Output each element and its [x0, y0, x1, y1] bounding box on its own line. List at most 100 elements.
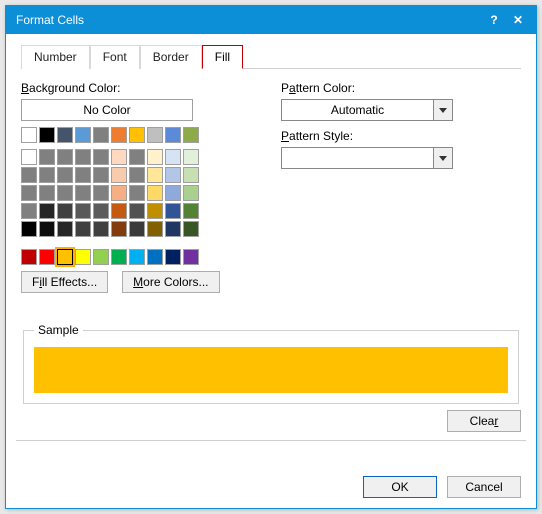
color-swatch[interactable] [57, 249, 73, 265]
color-swatch[interactable] [75, 149, 91, 165]
fill-effects-button[interactable]: Fill Effects... [21, 271, 108, 293]
color-swatch[interactable] [57, 203, 73, 219]
tab-font[interactable]: Font [90, 45, 140, 69]
chevron-down-icon [433, 148, 452, 168]
color-swatch[interactable] [93, 249, 109, 265]
color-swatch[interactable] [183, 149, 199, 165]
color-swatch[interactable] [75, 127, 91, 143]
color-swatch[interactable] [129, 185, 145, 201]
color-swatch[interactable] [21, 127, 37, 143]
color-swatch[interactable] [147, 185, 163, 201]
color-swatch[interactable] [93, 167, 109, 183]
color-swatch[interactable] [147, 167, 163, 183]
color-swatch[interactable] [183, 249, 199, 265]
color-swatch[interactable] [129, 203, 145, 219]
color-swatch[interactable] [21, 167, 37, 183]
pattern-section: Pattern Color: Automatic Pattern Style: [281, 79, 521, 293]
color-swatch[interactable] [183, 221, 199, 237]
color-swatch[interactable] [75, 203, 91, 219]
pattern-style-select[interactable] [281, 147, 453, 169]
cancel-button[interactable]: Cancel [447, 476, 521, 498]
titlebar: Format Cells ? ✕ [6, 6, 536, 34]
color-swatch[interactable] [93, 185, 109, 201]
close-icon[interactable]: ✕ [506, 10, 530, 30]
color-swatch[interactable] [75, 249, 91, 265]
color-swatch[interactable] [75, 185, 91, 201]
pattern-color-select[interactable]: Automatic [281, 99, 453, 121]
color-swatch[interactable] [165, 167, 181, 183]
color-swatch[interactable] [183, 185, 199, 201]
color-swatch[interactable] [147, 221, 163, 237]
color-swatch[interactable] [147, 249, 163, 265]
ok-button[interactable]: OK [363, 476, 437, 498]
color-swatch[interactable] [183, 127, 199, 143]
color-swatch[interactable] [111, 167, 127, 183]
clear-button[interactable]: Clear [447, 410, 521, 432]
color-swatch[interactable] [39, 167, 55, 183]
color-swatch[interactable] [39, 185, 55, 201]
color-swatch[interactable] [75, 167, 91, 183]
color-swatch[interactable] [129, 167, 145, 183]
color-swatch[interactable] [129, 221, 145, 237]
chevron-down-icon [433, 100, 452, 120]
pattern-style-label: Pattern Style: [281, 129, 521, 143]
sample-fieldset: Sample [23, 323, 519, 404]
color-swatch[interactable] [111, 249, 127, 265]
color-swatch[interactable] [147, 203, 163, 219]
color-swatch[interactable] [147, 149, 163, 165]
color-swatch[interactable] [111, 203, 127, 219]
color-swatch[interactable] [147, 127, 163, 143]
color-swatch[interactable] [39, 249, 55, 265]
color-swatch[interactable] [165, 185, 181, 201]
color-swatch[interactable] [57, 167, 73, 183]
background-color-label: Background Color: [21, 81, 251, 95]
tab-border[interactable]: Border [140, 45, 202, 69]
more-colors-button[interactable]: More Colors... [122, 271, 219, 293]
color-swatch[interactable] [39, 203, 55, 219]
tab-fill[interactable]: Fill [202, 45, 243, 69]
color-swatch[interactable] [183, 167, 199, 183]
tab-number[interactable]: Number [21, 45, 90, 69]
color-swatch[interactable] [165, 127, 181, 143]
color-swatch[interactable] [57, 149, 73, 165]
window-title: Format Cells [16, 13, 482, 27]
color-swatch[interactable] [21, 203, 37, 219]
color-swatch[interactable] [111, 185, 127, 201]
color-swatch[interactable] [165, 249, 181, 265]
background-color-section: Background Color: No Color Fill Effects.… [21, 79, 251, 293]
color-swatch[interactable] [129, 249, 145, 265]
color-swatch[interactable] [165, 221, 181, 237]
help-icon[interactable]: ? [482, 10, 506, 30]
color-swatch[interactable] [21, 185, 37, 201]
color-swatch[interactable] [21, 249, 37, 265]
tab-strip: Number Font Border Fill [21, 44, 521, 69]
color-swatch[interactable] [93, 149, 109, 165]
sample-legend: Sample [34, 323, 83, 337]
color-swatch[interactable] [93, 203, 109, 219]
color-swatch[interactable] [39, 149, 55, 165]
color-swatch[interactable] [165, 149, 181, 165]
color-swatch[interactable] [111, 221, 127, 237]
color-swatch[interactable] [93, 221, 109, 237]
color-swatch[interactable] [129, 127, 145, 143]
color-standard-row [21, 249, 251, 265]
dialog-content: Number Font Border Fill Background Color… [6, 34, 536, 508]
color-swatch[interactable] [57, 127, 73, 143]
color-swatch[interactable] [93, 127, 109, 143]
color-swatch[interactable] [57, 185, 73, 201]
color-swatch[interactable] [165, 203, 181, 219]
color-swatch[interactable] [111, 149, 127, 165]
color-swatch[interactable] [57, 221, 73, 237]
pattern-color-label: Pattern Color: [281, 81, 521, 95]
color-swatch[interactable] [39, 221, 55, 237]
color-swatch[interactable] [129, 149, 145, 165]
color-swatch[interactable] [21, 149, 37, 165]
no-color-button[interactable]: No Color [21, 99, 193, 121]
color-swatch[interactable] [183, 203, 199, 219]
color-swatch[interactable] [75, 221, 91, 237]
sample-preview [34, 347, 508, 393]
color-swatch[interactable] [21, 221, 37, 237]
color-row-top [21, 127, 251, 143]
color-swatch[interactable] [39, 127, 55, 143]
color-swatch[interactable] [111, 127, 127, 143]
